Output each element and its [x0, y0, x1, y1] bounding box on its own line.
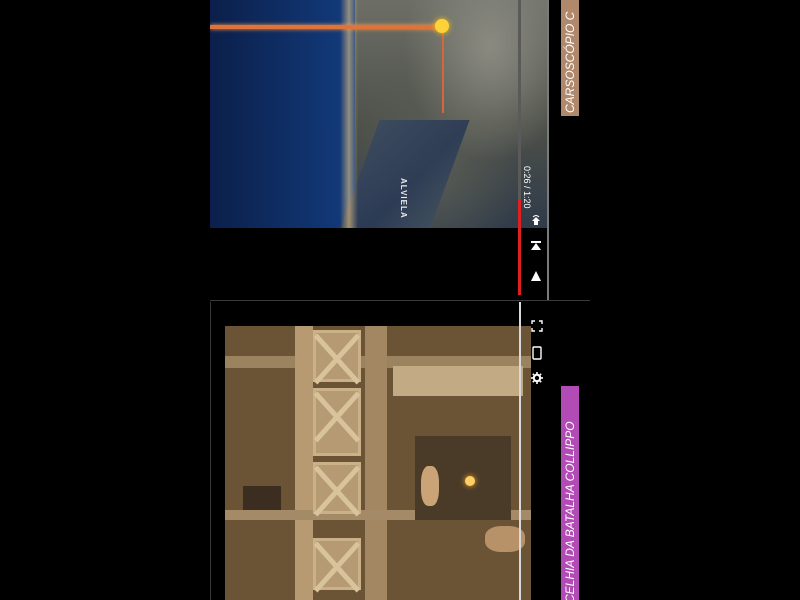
- divider: [547, 0, 549, 300]
- gear-icon[interactable]: [529, 372, 545, 388]
- video-title-top[interactable]: CARSOSCÓPIO C: [561, 0, 579, 116]
- top-video-frame[interactable]: ALVIELA: [210, 0, 548, 228]
- lattice-panel: [313, 462, 361, 514]
- volume-icon[interactable]: [528, 214, 544, 230]
- route-line-vertical: [442, 28, 444, 113]
- wooden-beam: [295, 326, 313, 600]
- skip-next-icon[interactable]: [528, 240, 544, 256]
- time-display: 0:26 / 1:20: [522, 166, 532, 209]
- device-icon[interactable]: [529, 346, 545, 362]
- horizon-glow: [340, 0, 358, 228]
- lattice-panel: [313, 388, 361, 456]
- progress-track[interactable]: [519, 302, 521, 600]
- location-marker: [435, 19, 449, 33]
- top-video-player[interactable]: ALVIELA 0:26 / 1:20: [210, 0, 548, 300]
- lattice-panel: [313, 538, 361, 590]
- lattice-panel: [313, 330, 361, 382]
- bottom-video-player[interactable]: [210, 302, 549, 600]
- fullscreen-icon[interactable]: [529, 320, 545, 336]
- wooden-beam: [365, 326, 387, 600]
- play-icon[interactable]: [528, 270, 544, 286]
- progress-fill[interactable]: [518, 199, 521, 295]
- figure: [421, 466, 439, 506]
- bottom-video-frame[interactable]: [225, 326, 531, 600]
- route-line: [210, 25, 442, 29]
- lamp: [465, 476, 475, 486]
- map-label: ALVIELA: [399, 178, 408, 219]
- wall-panel: [393, 366, 523, 396]
- divider-horizontal: [210, 300, 590, 301]
- window-opening: [243, 486, 281, 510]
- video-title-bottom[interactable]: CELHIA DA BATALHA COLLIPPO: [561, 386, 579, 600]
- screen: ALVIELA 0:26 / 1:20 CARSOSCÓPIO C CELHIA…: [0, 0, 800, 600]
- bottom-player-controls: [525, 308, 549, 398]
